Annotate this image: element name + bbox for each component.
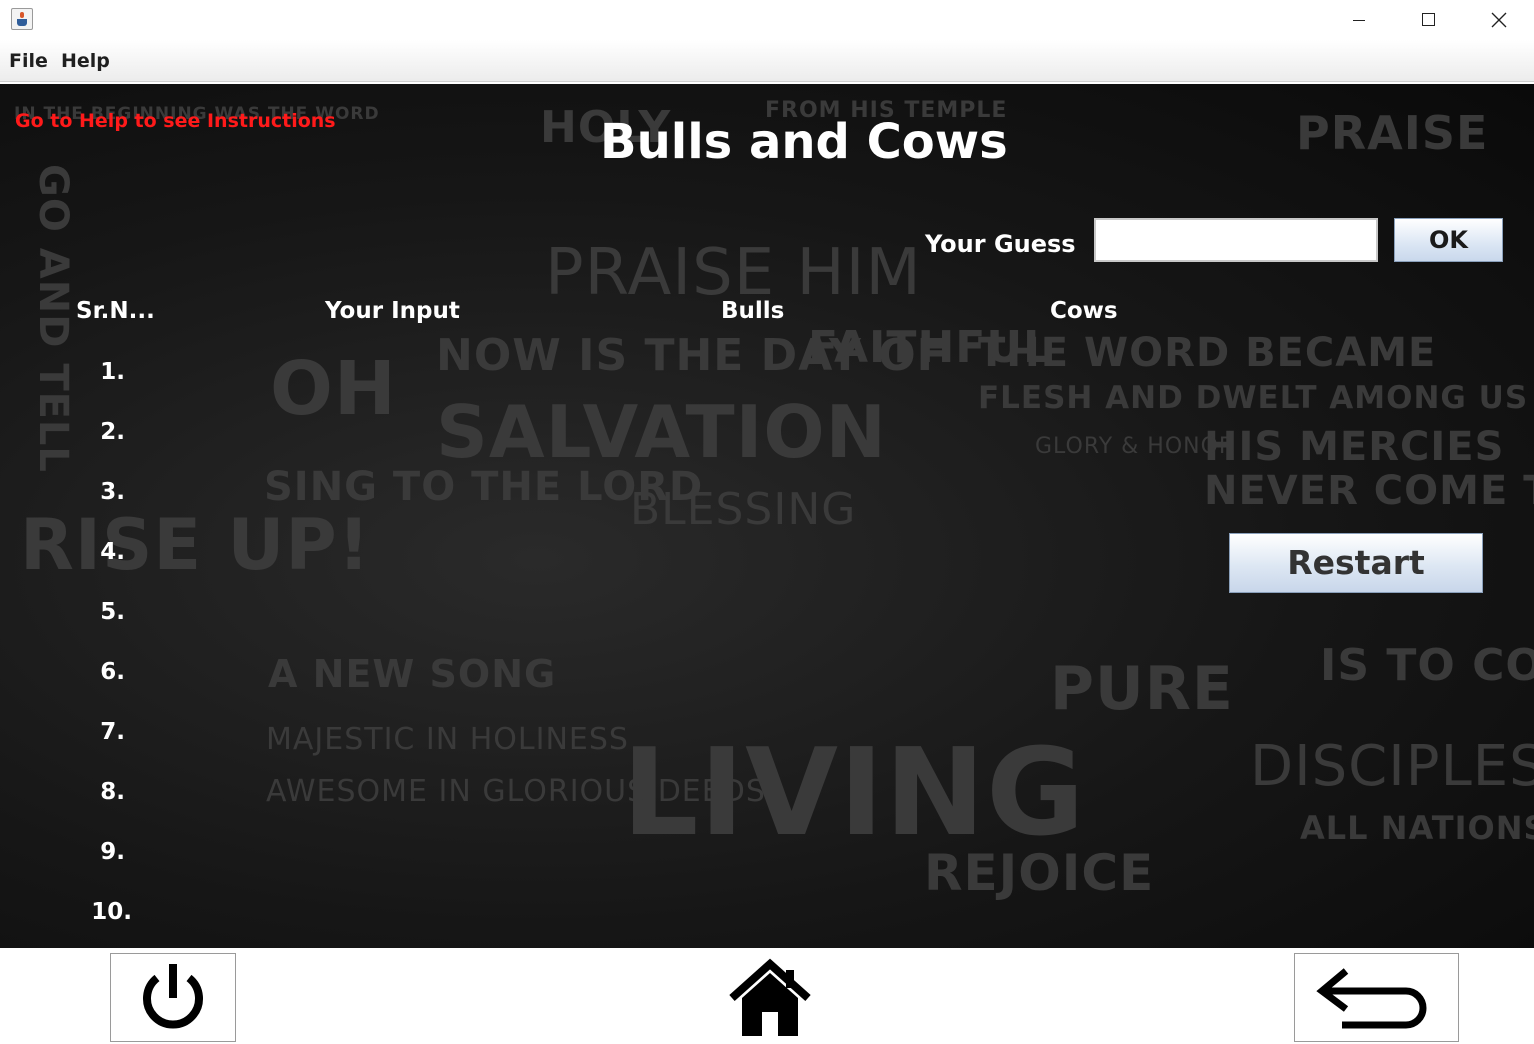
instructions-hint: Go to Help to see Instructions [15,110,336,132]
row-number: 5. [100,599,125,625]
bg-word: GLORY & HONOR [1035,434,1236,459]
bg-word: REJOICE [924,844,1155,902]
maximize-button[interactable] [1394,0,1464,40]
menu-help[interactable]: Help [61,50,110,72]
column-header-input: Your Input [325,298,460,324]
bg-word: MAJESTIC IN HOLINESS [266,722,629,757]
row-number: 6. [100,659,125,685]
column-header-serial: Sr.N... [76,298,155,324]
java-app-icon [11,8,33,30]
menu-bar: File Help [0,40,1534,82]
bottom-nav-bar [0,948,1534,1044]
bg-word: SALVATION [436,390,887,474]
minimize-button[interactable] [1324,0,1394,40]
row-number: 10. [91,899,132,925]
row-number: 1. [100,359,125,385]
row-number: 4. [100,539,125,565]
power-button[interactable] [110,953,236,1042]
maximize-icon [1422,13,1435,26]
minimize-icon [1353,20,1365,21]
bg-word: ALL NATIONS [1300,809,1534,847]
back-arrow-icon [1316,968,1427,1029]
bg-word: AWESOME IN GLORIOUS DEEDS [266,774,766,809]
bg-word: OH [270,346,397,432]
bg-word: HIS MERCIES [1204,424,1505,470]
row-number: 3. [100,479,125,505]
back-button[interactable] [1294,953,1459,1042]
power-icon [143,964,203,1029]
ok-button[interactable]: OK [1394,218,1503,262]
bg-word: NEVER COME TO AN END [1204,468,1534,514]
menu-file[interactable]: File [9,50,48,72]
home-button[interactable] [728,956,812,1040]
home-icon [729,958,811,1036]
window-title-bar [0,0,1534,40]
close-icon [1491,12,1507,28]
guess-label: Your Guess [925,230,1076,258]
bg-word: BLESSING [630,484,857,535]
restart-button[interactable]: Restart [1229,533,1483,593]
bg-word: PURE [1050,654,1234,724]
bg-word: PRAISE [1296,106,1489,160]
game-title: Bulls and Cows [600,114,1008,170]
row-number: 7. [100,719,125,745]
bg-word: DISCIPLES [1250,734,1534,799]
bg-word: FLESH AND DWELT AMONG US [978,380,1529,416]
close-button[interactable] [1464,0,1534,40]
guess-input[interactable] [1094,218,1378,262]
game-panel: IN THE BEGINNING WAS THE WORD GO AND TEL… [0,84,1534,948]
row-number: 9. [100,839,125,865]
row-number: 8. [100,779,125,805]
bg-word: FAITHFUL [808,322,1053,373]
bg-word: IS TO COME [1320,640,1534,691]
bg-word: A NEW SONG [268,652,557,696]
column-header-bulls: Bulls [721,298,785,324]
row-number: 2. [100,419,125,445]
column-header-cows: Cows [1050,298,1118,324]
